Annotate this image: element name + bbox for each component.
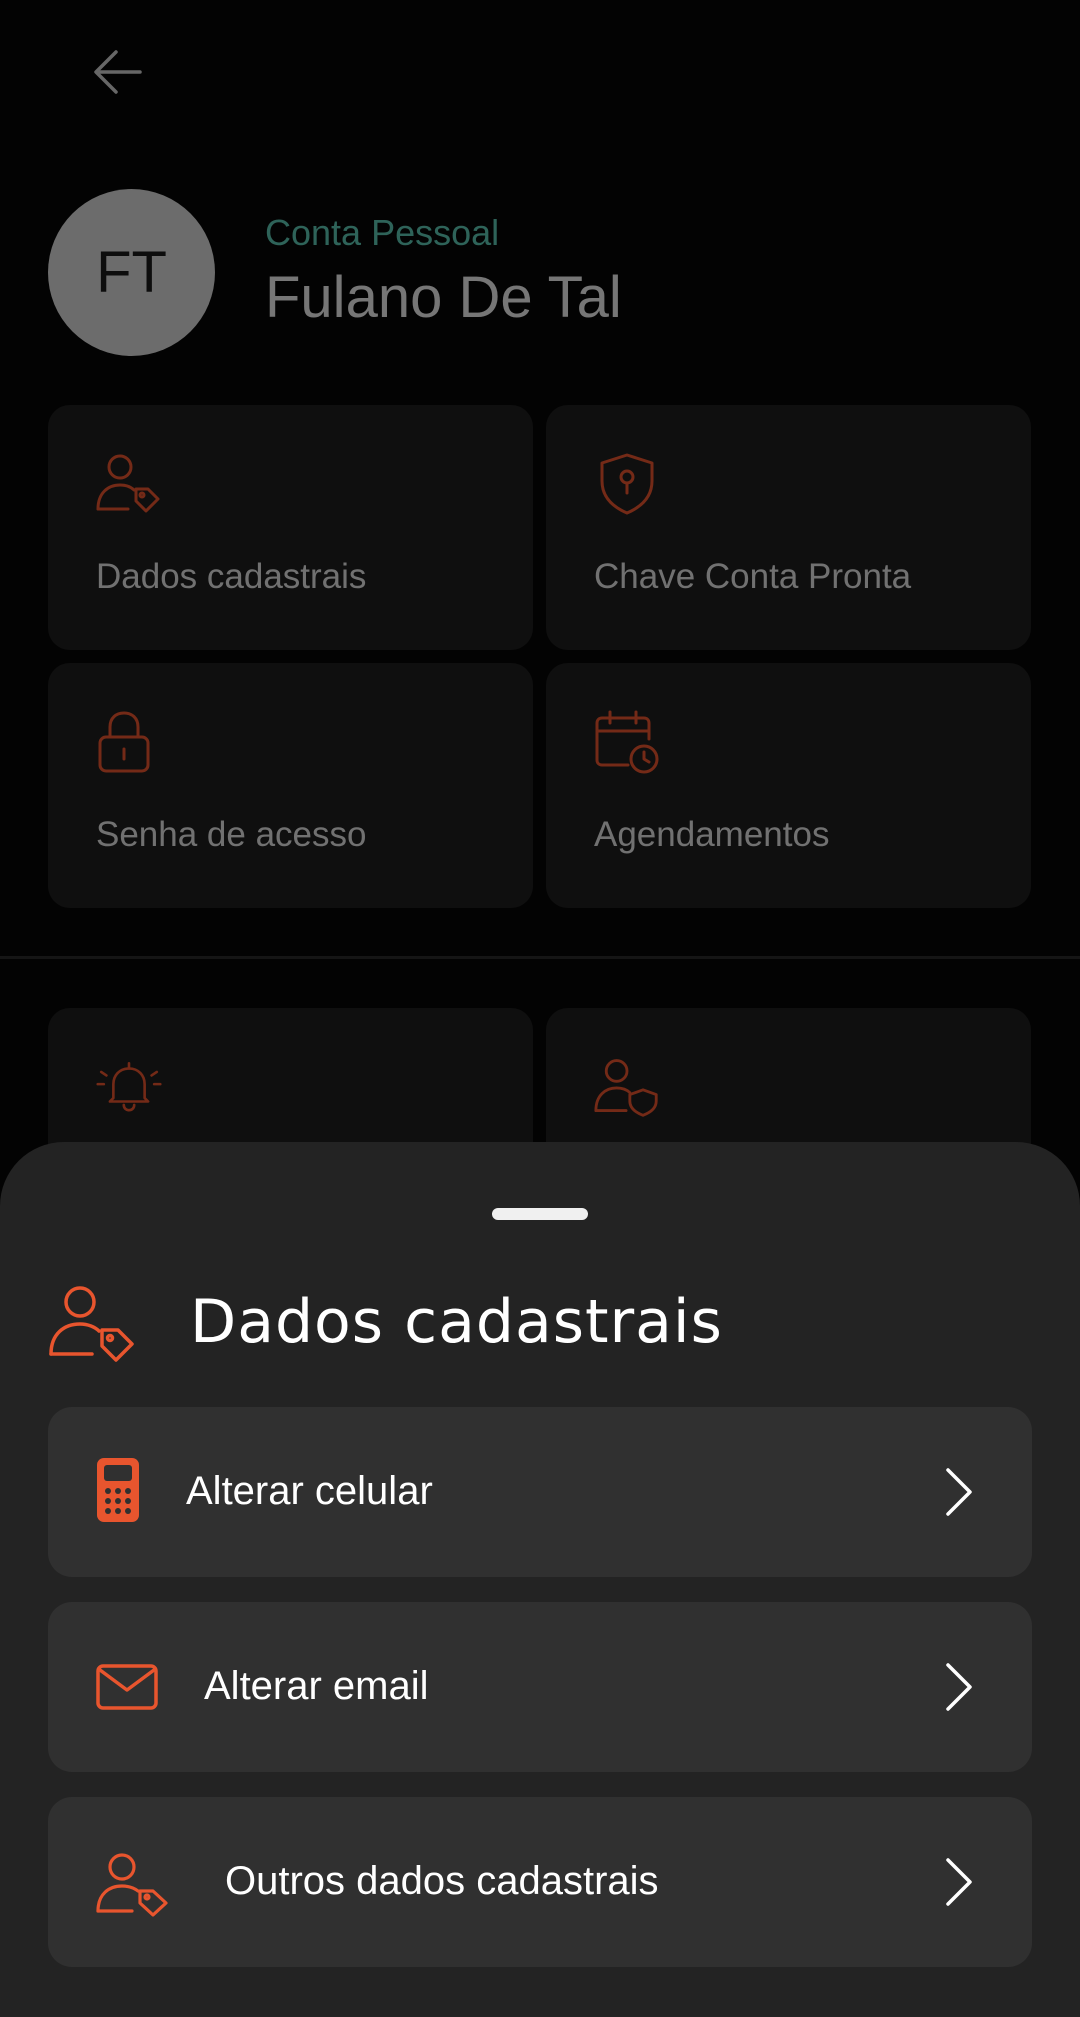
chevron-right-icon <box>946 1468 972 1516</box>
option-label: Outros dados cadastrais <box>225 1859 659 1903</box>
mail-icon <box>96 1664 158 1710</box>
chevron-right-icon <box>946 1663 972 1711</box>
bottom-sheet: Dados cadastrais Alterar celular Alterar… <box>0 1142 1080 2017</box>
chevron-right-icon <box>946 1858 972 1906</box>
user-tag-icon <box>96 1853 168 1917</box>
sheet-drag-handle[interactable] <box>492 1208 588 1220</box>
user-tag-icon <box>49 1286 134 1362</box>
phone-icon <box>97 1458 139 1522</box>
option-alterar-email[interactable]: Alterar email <box>48 1602 1032 1772</box>
profile-screen: FT Conta Pessoal Fulano De Tal Dados cad… <box>0 0 1080 2017</box>
option-outros-dados-cadastrais[interactable]: Outros dados cadastrais <box>48 1797 1032 1967</box>
sheet-title: Dados cadastrais <box>190 1287 723 1357</box>
option-alterar-celular[interactable]: Alterar celular <box>48 1407 1032 1577</box>
option-label: Alterar celular <box>186 1469 433 1513</box>
option-label: Alterar email <box>204 1664 429 1708</box>
